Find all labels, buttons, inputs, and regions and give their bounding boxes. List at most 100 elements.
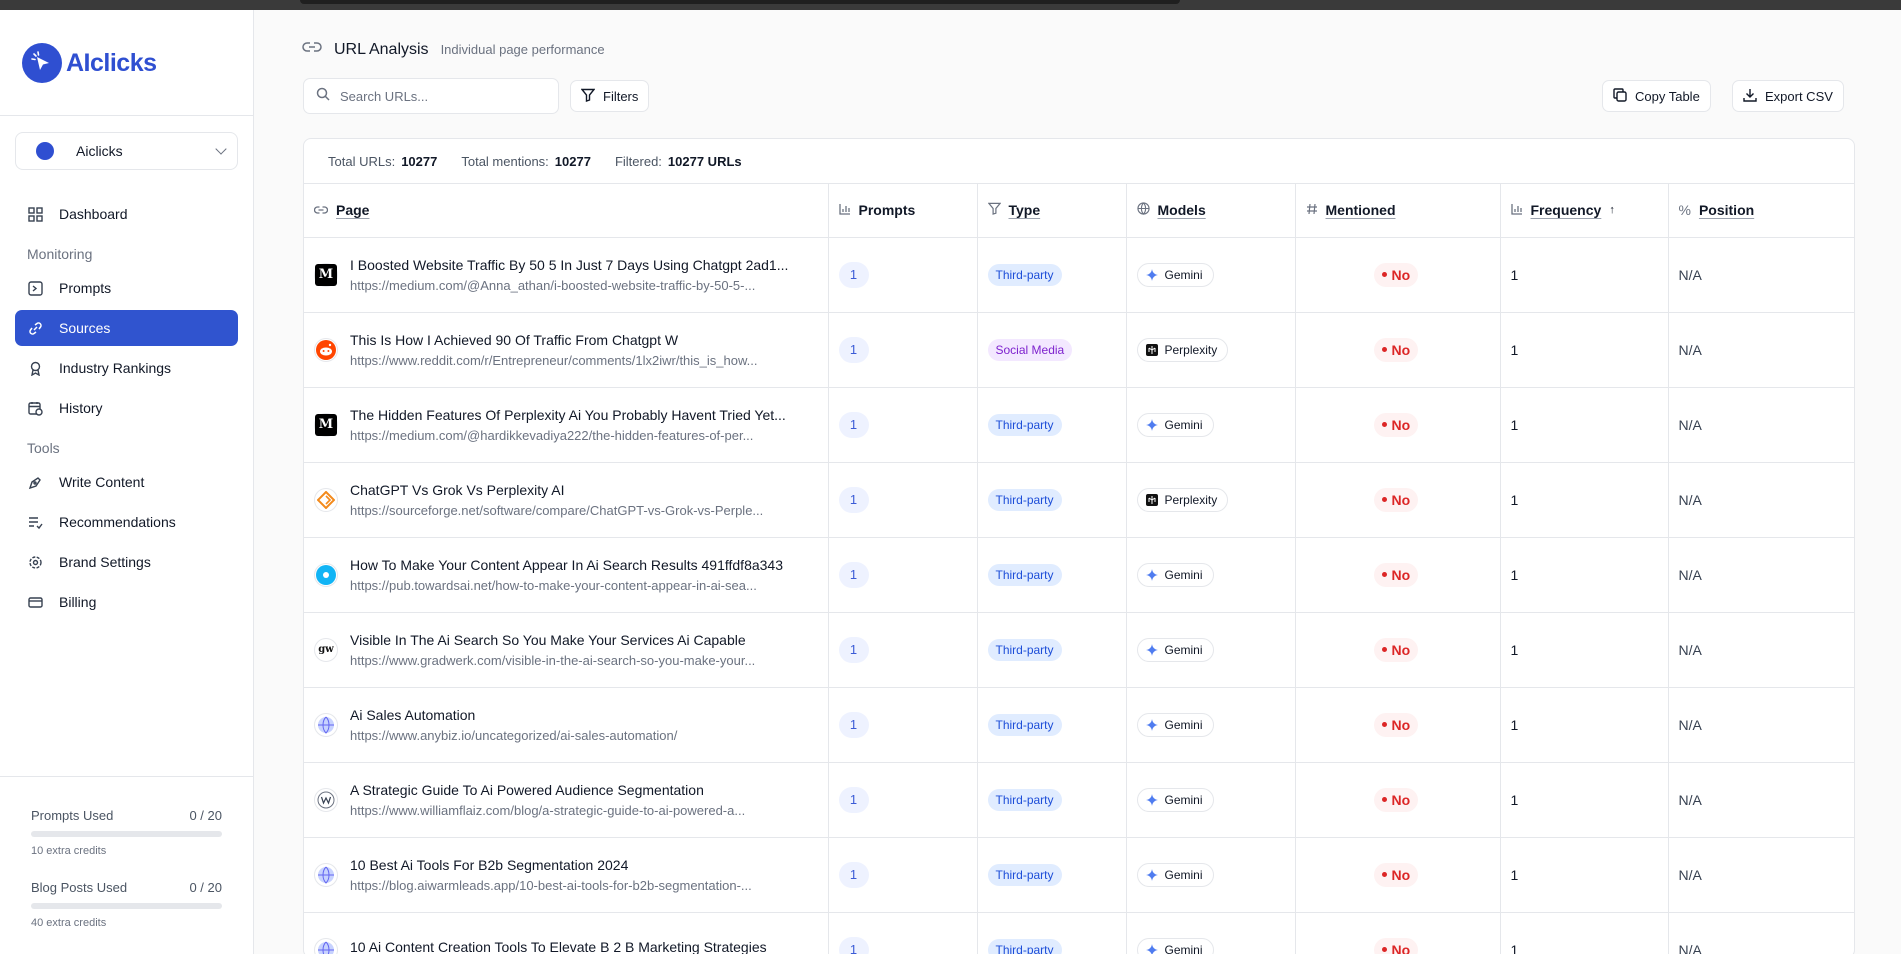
page-title-link[interactable]: How To Make Your Content Appear In Ai Se… [350,557,820,573]
filters-button[interactable]: Filters [570,80,650,112]
mentioned-status-badge: No [1373,262,1419,287]
search-input[interactable] [340,88,540,104]
column-header-frequency[interactable]: Frequency ↑ [1500,184,1669,238]
copy-table-button[interactable]: Copy Table [1602,80,1711,112]
page-url-link[interactable]: https://pub.towardsai.net/how-to-make-yo… [350,578,820,593]
table-row[interactable]: ChatGPT Vs Grok Vs Perplexity AI https://… [304,462,1854,538]
page-title-link[interactable]: 10 Best Ai Tools For B2b Segmentation 20… [350,857,820,873]
table-row[interactable]: M The Hidden Features Of Perplexity Ai Yo… [304,387,1854,463]
page-title-link[interactable]: I Boosted Website Traffic By 50 5 In Jus… [350,257,820,273]
page-url-link[interactable]: https://blog.aiwarmleads.app/10-best-ai-… [350,878,820,893]
sidebar-item-sources[interactable]: Sources [15,310,238,346]
page-title-link[interactable]: Visible In The Ai Search So You Make You… [350,632,820,648]
hash-icon [1306,202,1318,218]
page-url-link[interactable]: https://medium.com/@hardikkevadiya222/th… [350,428,820,443]
cell-type: Third-party [977,462,1127,538]
brand-logo[interactable]: AIclicks [22,43,157,83]
cell-type: Third-party [977,237,1127,313]
table-row[interactable]: Ai Sales Automation https://www.anybiz.io… [304,687,1854,763]
model-chip: Perplexity [1136,487,1229,512]
page-url-link[interactable]: https://sourceforge.net/software/compare… [350,503,820,518]
sidebar-item-recommendations[interactable]: Recommendations [15,504,238,540]
page-title-link[interactable]: The Hidden Features Of Perplexity Ai You… [350,407,820,423]
sidebar-item-history[interactable]: History [15,390,238,426]
type-badge: Third-party [987,413,1062,436]
sidebar: AIclicks Aiclicks Dashboard Monitoring P… [0,10,254,954]
type-badge: Third-party [987,638,1062,661]
table-row[interactable]: gw Visible In The Ai Search So You Make Y… [304,612,1854,688]
cell-frequency: 1 [1500,687,1669,763]
table-row[interactable]: M I Boosted Website Traffic By 50 5 In Ju… [304,237,1854,313]
sidebar-item-brand-settings[interactable]: Brand Settings [15,544,238,580]
table-row[interactable]: 10 Best Ai Tools For B2b Segmentation 20… [304,837,1854,913]
page-title-link[interactable]: This Is How I Achieved 90 Of Traffic Fro… [350,332,820,348]
cell-page[interactable]: gw Visible In The Ai Search So You Make Y… [304,612,829,688]
table-row[interactable]: 10 Ai Content Creation Tools To Elevate … [304,912,1854,954]
model-label: Gemini [1164,267,1203,282]
gemini-icon [1145,718,1158,731]
cell-mentioned: No [1295,912,1501,954]
column-header-position[interactable]: % Position [1668,184,1854,238]
page-title-link[interactable]: 10 Ai Content Creation Tools To Elevate … [350,939,820,954]
globe-favicon-icon [314,862,338,887]
prompts-count-badge[interactable]: 1 [838,636,869,663]
main-content: URL Analysis Individual page performance… [254,10,1901,954]
terminal-icon [27,280,43,296]
prompts-count-badge[interactable]: 1 [838,711,869,738]
column-label: Mentioned [1325,202,1396,219]
column-label: Models [1157,202,1206,219]
page-title-link[interactable]: ChatGPT Vs Grok Vs Perplexity AI [350,482,820,498]
filters-label: Filters [603,88,639,104]
export-csv-button[interactable]: Export CSV [1732,80,1844,112]
cell-page[interactable]: 10 Ai Content Creation Tools To Elevate … [304,912,829,954]
page-url-link[interactable]: https://medium.com/@Anna_athan/i-boosted… [350,278,820,293]
prompts-count-badge[interactable]: 1 [838,561,869,588]
model-chip: Gemini [1136,787,1214,812]
prompts-count-badge[interactable]: 1 [838,336,869,363]
sidebar-item-billing[interactable]: Billing [15,584,238,620]
cell-page[interactable]: This Is How I Achieved 90 Of Traffic Fro… [304,312,829,388]
workspace-selector[interactable]: Aiclicks [15,132,238,170]
cell-page[interactable]: A Strategic Guide To Ai Powered Audience… [304,762,829,838]
bar-chart-icon [838,202,851,218]
table-row[interactable]: This Is How I Achieved 90 Of Traffic Fro… [304,312,1854,388]
page-title-link[interactable]: A Strategic Guide To Ai Powered Audience… [350,782,820,798]
cell-page[interactable]: How To Make Your Content Appear In Ai Se… [304,537,829,613]
column-header-models[interactable]: Models [1126,184,1296,238]
cell-page[interactable]: M The Hidden Features Of Perplexity Ai Yo… [304,387,829,463]
cell-frequency: 1 [1500,237,1669,313]
cell-position: N/A [1668,312,1854,388]
model-label: Gemini [1164,717,1203,732]
column-header-page[interactable]: Page [304,184,829,238]
model-label: Gemini [1164,567,1203,582]
table-row[interactable]: A Strategic Guide To Ai Powered Audience… [304,762,1854,838]
table-row[interactable]: How To Make Your Content Appear In Ai Se… [304,537,1854,613]
sidebar-item-dashboard[interactable]: Dashboard [15,196,238,232]
search-box[interactable] [303,78,559,114]
bar-chart-icon [1510,202,1523,218]
sidebar-item-industry-rankings[interactable]: Industry Rankings [15,350,238,386]
page-url-link[interactable]: https://www.anybiz.io/uncategorized/ai-s… [350,728,820,743]
column-header-prompts[interactable]: Prompts [828,184,978,238]
column-header-mentioned[interactable]: Mentioned [1295,184,1501,238]
page-url-link[interactable]: https://www.reddit.com/r/Entrepreneur/co… [350,353,820,368]
cell-page[interactable]: Ai Sales Automation https://www.anybiz.io… [304,687,829,763]
cell-models: Gemini [1126,237,1296,313]
prompts-count-badge[interactable]: 1 [838,411,869,438]
page-url-link[interactable]: https://www.williamflaiz.com/blog/a-stra… [350,803,820,818]
prompts-count-badge[interactable]: 1 [838,486,869,513]
sidebar-item-prompts[interactable]: Prompts [15,270,238,306]
cell-mentioned: No [1295,687,1501,763]
cell-mentioned: No [1295,762,1501,838]
cell-page[interactable]: ChatGPT Vs Grok Vs Perplexity AI https://… [304,462,829,538]
cell-page[interactable]: M I Boosted Website Traffic By 50 5 In Ju… [304,237,829,313]
sidebar-item-write-content[interactable]: Write Content [15,464,238,500]
page-title-link[interactable]: Ai Sales Automation [350,707,820,723]
prompts-count-badge[interactable]: 1 [838,786,869,813]
prompts-count-badge[interactable]: 1 [838,861,869,888]
cell-page[interactable]: 10 Best Ai Tools For B2b Segmentation 20… [304,837,829,913]
prompts-count-badge[interactable]: 1 [838,261,869,288]
page-url-link[interactable]: https://www.gradwerk.com/visible-in-the-… [350,653,820,668]
prompts-count-badge[interactable]: 1 [838,936,869,954]
column-header-type[interactable]: Type [977,184,1127,238]
